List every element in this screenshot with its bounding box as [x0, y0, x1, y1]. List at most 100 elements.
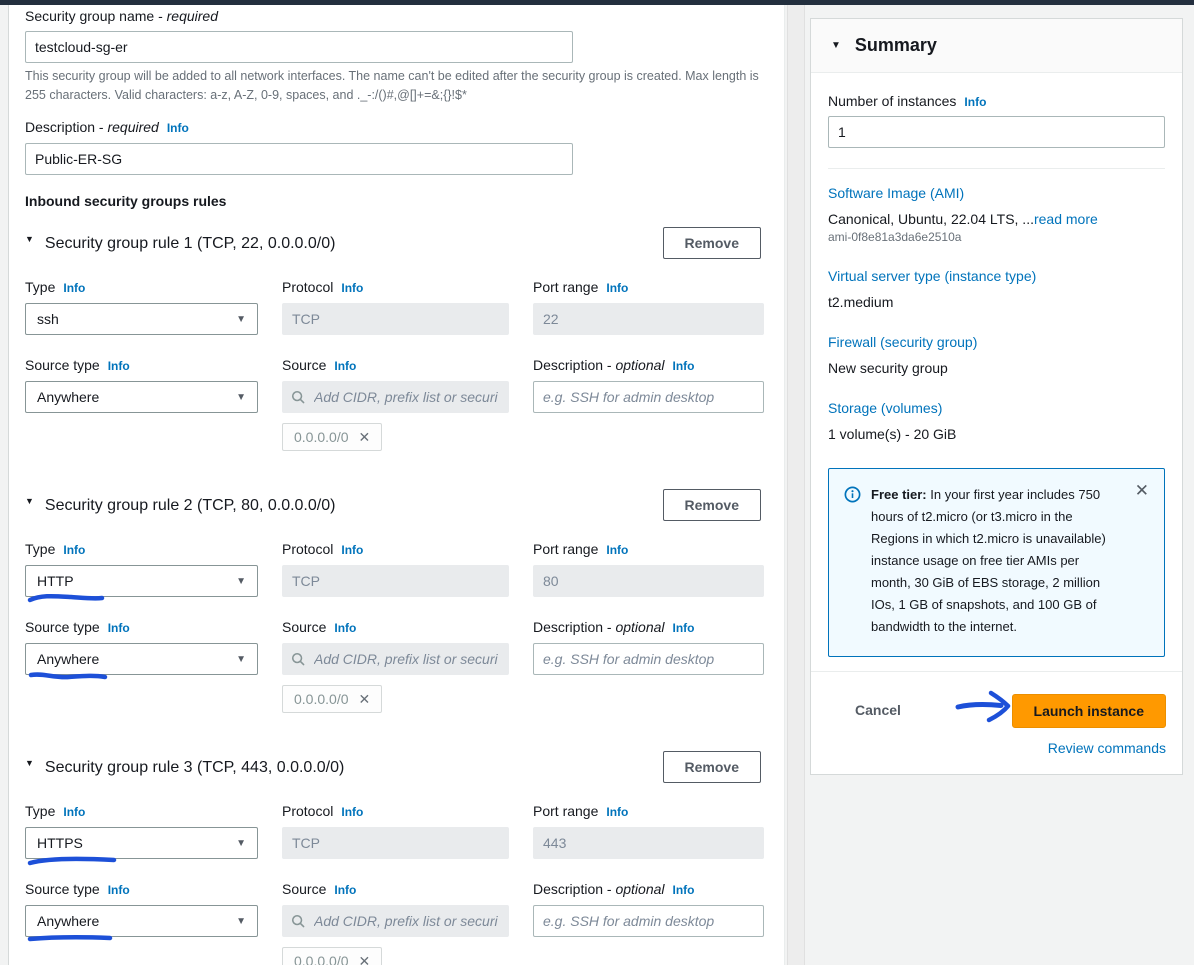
rule-description-input[interactable]: [533, 381, 764, 413]
chevron-down-icon: ▼: [236, 654, 246, 665]
ami-description: Canonical, Ubuntu, 22.04 LTS, ...read mo…: [828, 211, 1165, 227]
security-group-name-input[interactable]: [25, 31, 573, 63]
source-type-label: Source typeInfo: [25, 357, 258, 374]
read-more-link[interactable]: read more: [1034, 211, 1098, 227]
info-link[interactable]: Info: [606, 543, 628, 557]
ami-id: ami-0f8e81a3da6e2510a: [828, 230, 1165, 244]
number-of-instances-label: Number of instancesInfo: [828, 93, 1165, 109]
remove-rule-button[interactable]: Remove: [663, 489, 761, 521]
annotation-arrow: [955, 686, 1017, 724]
remove-rule-button[interactable]: Remove: [663, 751, 761, 783]
source-search-box: [282, 643, 509, 675]
network-settings-form: Security group name - required This secu…: [8, 5, 785, 965]
chevron-down-icon: ▼: [236, 916, 246, 927]
storage-link[interactable]: Storage (volumes): [828, 400, 942, 416]
summary-body: Number of instancesInfo Software Image (…: [811, 73, 1182, 657]
rule-description-label: Description - optionalInfo: [533, 619, 764, 636]
collapse-caret-icon[interactable]: ▼: [831, 40, 841, 51]
search-icon: [291, 652, 305, 666]
close-icon[interactable]: ✕: [1135, 482, 1149, 499]
type-select[interactable]: ssh ▼: [25, 303, 258, 335]
firewall-value: New security group: [828, 360, 1165, 376]
port-range-label: Port rangeInfo: [533, 541, 764, 558]
rule-title: ▼Security group rule 1 (TCP, 22, 0.0.0.0…: [25, 234, 335, 253]
token-dismiss-icon[interactable]: ✕: [359, 430, 371, 444]
chevron-down-icon: ▼: [236, 392, 246, 403]
rule-description-input[interactable]: [533, 905, 764, 937]
source-search-box: [282, 381, 509, 413]
info-link[interactable]: Info: [673, 359, 695, 373]
info-link[interactable]: Info: [108, 621, 130, 635]
caret-down-icon[interactable]: ▼: [25, 758, 34, 768]
source-type-select[interactable]: Anywhere ▼: [25, 381, 258, 413]
port-range-label: Port rangeInfo: [533, 803, 764, 820]
info-link[interactable]: Info: [606, 281, 628, 295]
source-type-select[interactable]: Anywhere ▼: [25, 643, 258, 675]
rule-description-label: Description - optionalInfo: [533, 357, 764, 374]
search-icon: [291, 914, 305, 928]
source-label: SourceInfo: [282, 619, 509, 636]
summary-section-storage: Storage (volumes) 1 volume(s) - 20 GiB: [828, 400, 1165, 442]
caret-down-icon[interactable]: ▼: [25, 496, 34, 506]
caret-down-icon[interactable]: ▼: [25, 234, 34, 244]
info-link[interactable]: Info: [606, 805, 628, 819]
instance-type-link[interactable]: Virtual server type (instance type): [828, 268, 1036, 284]
cancel-button[interactable]: Cancel: [849, 694, 907, 719]
remove-rule-button[interactable]: Remove: [663, 227, 761, 259]
free-tier-info-box: Free tier: In your first year includes 7…: [828, 468, 1165, 657]
instance-type-value: t2.medium: [828, 294, 1165, 310]
source-search-input[interactable]: [312, 912, 500, 930]
info-link[interactable]: Info: [341, 543, 363, 557]
rule-title: ▼Security group rule 3 (TCP, 443, 0.0.0.…: [25, 758, 344, 777]
protocol-field: TCP: [282, 565, 509, 597]
info-link[interactable]: Info: [341, 805, 363, 819]
review-commands-link[interactable]: Review commands: [1048, 740, 1166, 756]
scrollbar[interactable]: [787, 5, 805, 965]
rule-description-input[interactable]: [533, 643, 764, 675]
info-link[interactable]: Info: [108, 883, 130, 897]
info-circle-icon: [844, 486, 861, 503]
software-image-link[interactable]: Software Image (AMI): [828, 185, 964, 201]
summary-title: Summary: [855, 35, 937, 56]
info-link[interactable]: Info: [334, 359, 356, 373]
info-link[interactable]: Info: [334, 621, 356, 635]
number-of-instances-input[interactable]: [828, 116, 1165, 148]
info-link[interactable]: Info: [673, 883, 695, 897]
chevron-down-icon: ▼: [236, 576, 246, 587]
source-search-box: [282, 905, 509, 937]
info-link[interactable]: Info: [63, 805, 85, 819]
info-link[interactable]: Info: [673, 621, 695, 635]
summary-section-firewall: Firewall (security group) New security g…: [828, 334, 1165, 376]
info-link[interactable]: Info: [108, 359, 130, 373]
cidr-token: 0.0.0.0/0 ✕: [282, 423, 382, 451]
info-link[interactable]: Info: [964, 95, 986, 109]
security-group-name-label: Security group name - required: [25, 8, 761, 24]
launch-instance-button[interactable]: Launch instance: [1012, 694, 1166, 728]
chevron-down-icon: ▼: [236, 314, 246, 325]
description-input[interactable]: [25, 143, 573, 175]
source-label: SourceInfo: [282, 357, 509, 374]
info-link[interactable]: Info: [341, 281, 363, 295]
info-link[interactable]: Info: [334, 883, 356, 897]
type-label: TypeInfo: [25, 803, 258, 820]
rule-title: ▼Security group rule 2 (TCP, 80, 0.0.0.0…: [25, 496, 335, 515]
info-link[interactable]: Info: [63, 281, 85, 295]
firewall-link[interactable]: Firewall (security group): [828, 334, 977, 350]
source-type-select[interactable]: Anywhere ▼: [25, 905, 258, 937]
cidr-token: 0.0.0.0/0 ✕: [282, 947, 382, 965]
info-link[interactable]: Info: [167, 121, 189, 135]
chevron-down-icon: ▼: [236, 838, 246, 849]
search-icon: [291, 390, 305, 404]
divider: [828, 168, 1165, 169]
launch-instance-page: Security group name - required This secu…: [0, 0, 1194, 965]
type-select[interactable]: HTTPS ▼: [25, 827, 258, 859]
token-dismiss-icon[interactable]: ✕: [359, 954, 371, 965]
source-type-label: Source typeInfo: [25, 881, 258, 898]
source-label: SourceInfo: [282, 881, 509, 898]
info-link[interactable]: Info: [63, 543, 85, 557]
token-dismiss-icon[interactable]: ✕: [359, 692, 371, 706]
description-label: Description - requiredInfo: [25, 119, 761, 136]
type-select[interactable]: HTTP ▼: [25, 565, 258, 597]
source-search-input[interactable]: [312, 650, 500, 668]
source-search-input[interactable]: [312, 388, 500, 406]
